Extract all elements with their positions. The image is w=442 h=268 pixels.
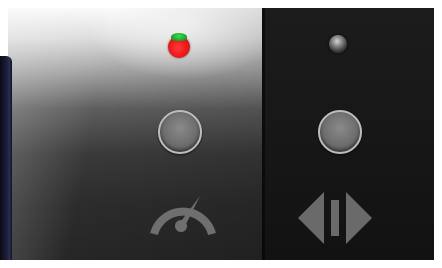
speedometer-icon	[148, 188, 218, 240]
left-metal-panel	[8, 8, 262, 260]
shift-mode-button[interactable]	[318, 110, 362, 154]
control-panel	[0, 0, 442, 268]
status-led-off	[329, 35, 347, 53]
shift-lr-icon	[296, 190, 374, 246]
status-led-red	[168, 33, 190, 58]
speed-mode-button[interactable]	[158, 110, 202, 154]
left-bezel	[0, 56, 12, 260]
